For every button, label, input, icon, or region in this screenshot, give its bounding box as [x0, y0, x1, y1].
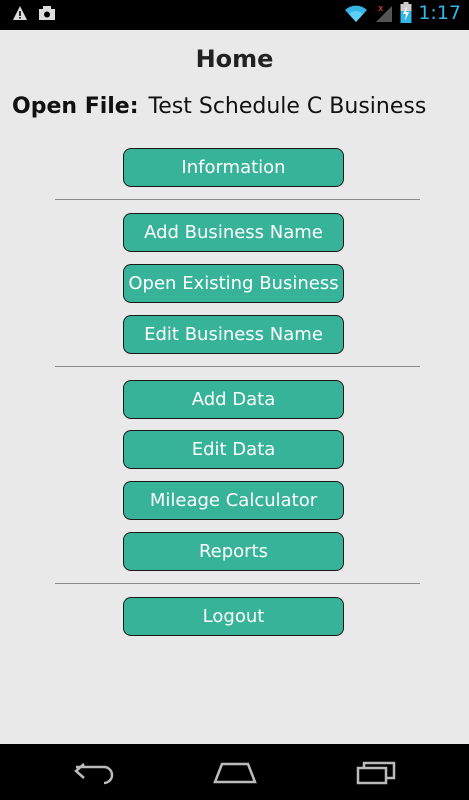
open-file-row: Open File: Test Schedule C Business	[12, 94, 426, 119]
mileage-calculator-button[interactable]: Mileage Calculator	[123, 481, 344, 520]
information-button[interactable]: Information	[123, 148, 344, 187]
reports-button[interactable]: Reports	[123, 532, 344, 571]
wifi-icon	[344, 3, 368, 23]
status-bar: x 1:17	[0, 0, 469, 30]
back-icon[interactable]	[72, 758, 116, 790]
battery-charging-icon	[400, 2, 412, 24]
edit-data-button[interactable]: Edit Data	[123, 430, 344, 469]
open-file-value: Test Schedule C Business	[148, 94, 427, 119]
clock: 1:17	[418, 2, 461, 24]
photo-notification-icon	[38, 5, 56, 21]
edit-business-name-button[interactable]: Edit Business Name	[123, 315, 344, 354]
add-business-name-button[interactable]: Add Business Name	[123, 213, 344, 252]
recent-apps-icon[interactable]	[354, 758, 398, 790]
warning-icon	[12, 5, 28, 21]
add-data-button[interactable]: Add Data	[123, 380, 344, 419]
open-existing-business-button[interactable]: Open Existing Business	[123, 264, 344, 303]
page-title: Home	[195, 45, 274, 73]
open-file-label: Open File:	[12, 94, 139, 119]
divider	[55, 199, 420, 200]
divider	[55, 583, 420, 584]
divider	[55, 366, 420, 367]
navigation-bar	[0, 744, 469, 800]
home-icon[interactable]	[212, 758, 258, 790]
svg-text:x: x	[378, 4, 384, 14]
signal-icon: x	[374, 2, 394, 24]
logout-button[interactable]: Logout	[123, 597, 344, 636]
